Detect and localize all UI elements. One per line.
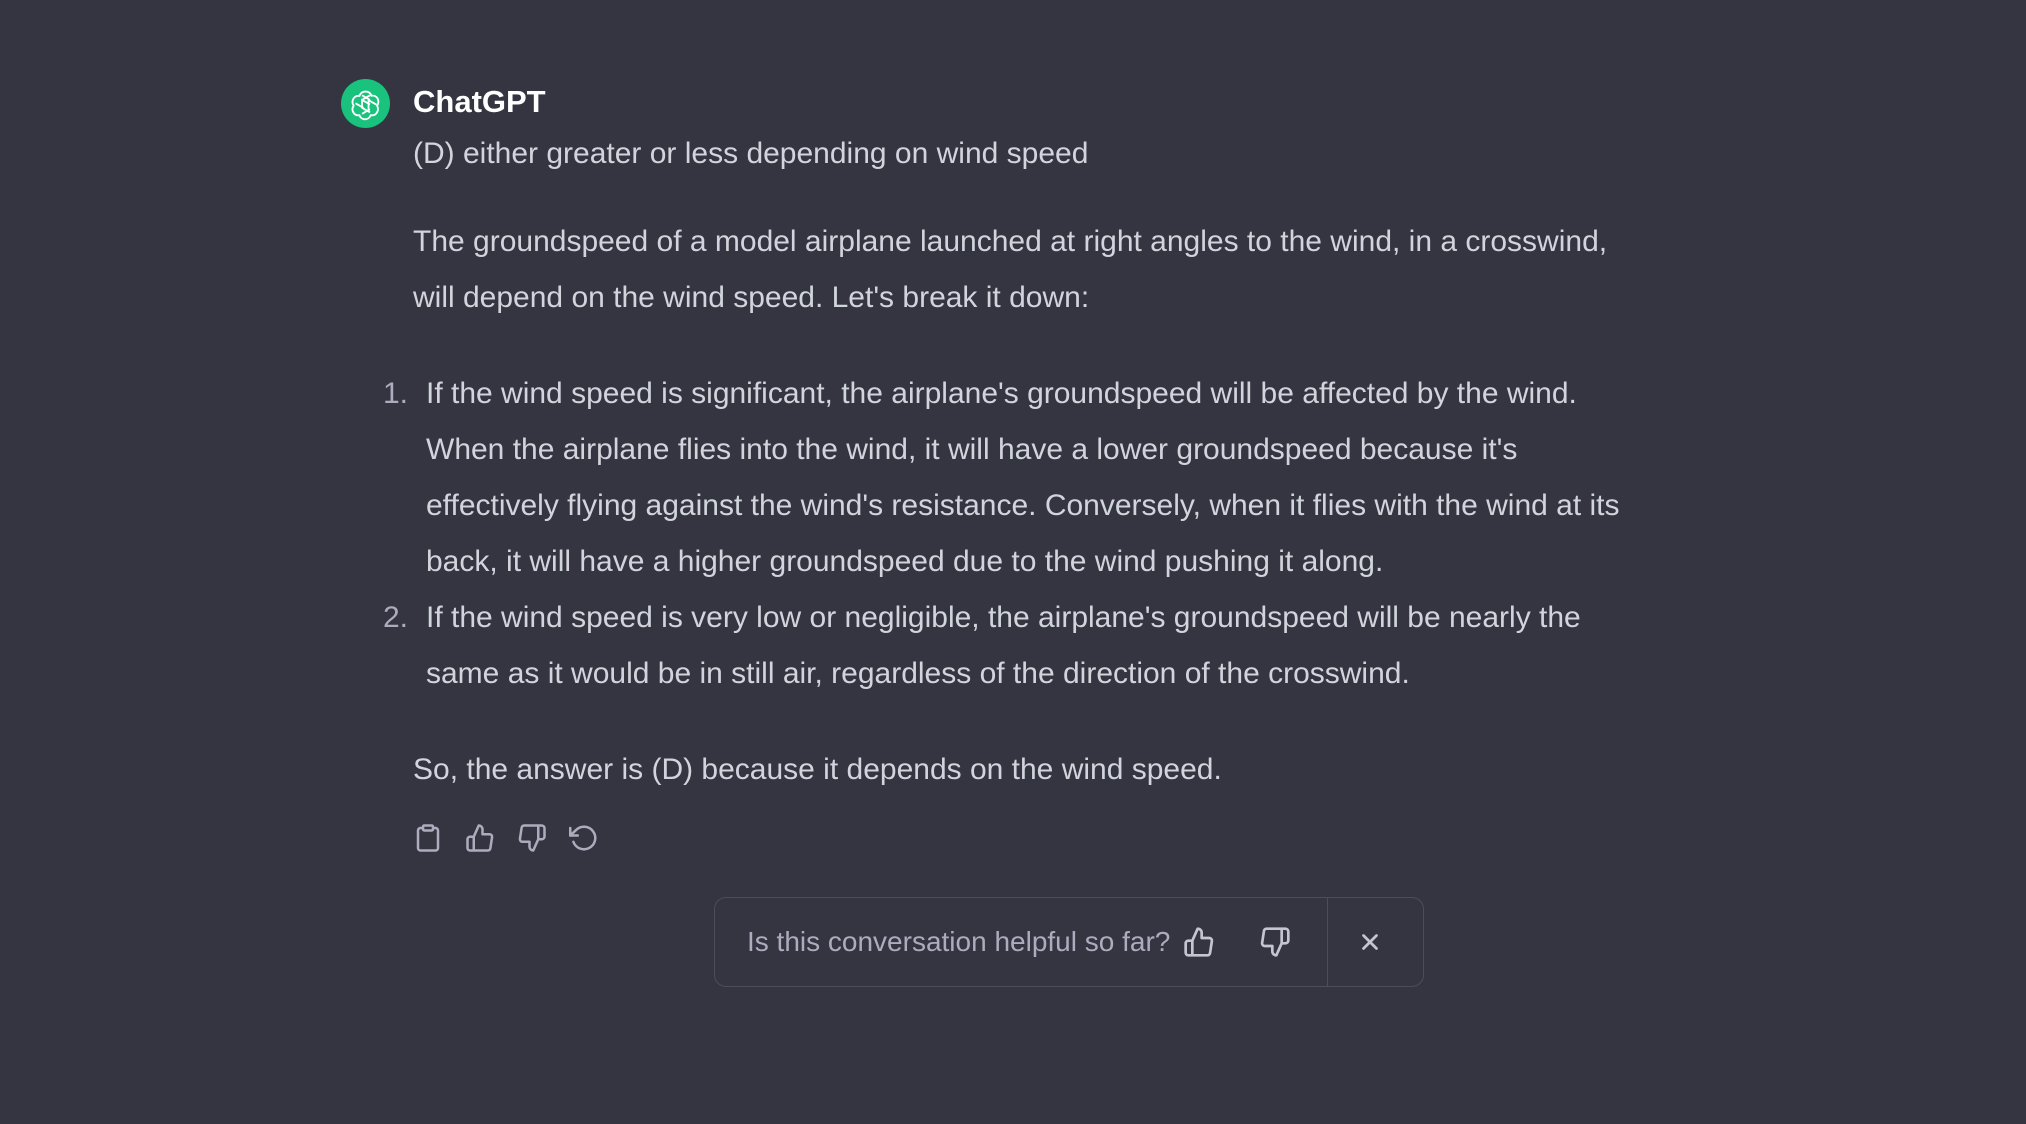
message-actions (413, 818, 599, 858)
copy-button[interactable] (413, 818, 443, 858)
list-number: 2. (383, 601, 409, 634)
thumbs-down-icon (518, 824, 546, 852)
feedback-prompt: Is this conversation helpful so far? (747, 926, 1171, 957)
thumbs-up-icon (1184, 927, 1214, 957)
openai-logo-icon (351, 90, 379, 120)
list-item-text: If the wind speed is very low or negligi… (426, 601, 1581, 690)
feedback-thumbs-up-button[interactable] (1179, 922, 1219, 962)
thumbs-down-button[interactable] (517, 818, 547, 858)
conclusion-paragraph: So, the answer is (D) because it depends… (413, 753, 1222, 786)
intro-paragraph: The groundspeed of a model airplane laun… (413, 225, 1608, 314)
assistant-message: (D) either greater or less depending on … (383, 131, 1643, 798)
list-item: 2. If the wind speed is very low or negl… (383, 590, 1643, 702)
refresh-icon (569, 825, 597, 851)
thumbs-up-button[interactable] (465, 818, 495, 858)
regenerate-button[interactable] (569, 818, 599, 858)
clipboard-icon (416, 824, 440, 852)
explanation-list: 1. If the wind speed is significant, the… (383, 366, 1643, 702)
thumbs-up-icon (466, 824, 494, 852)
list-number: 1. (383, 377, 409, 410)
author-name: ChatGPT (413, 84, 546, 119)
avatar (341, 79, 390, 128)
list-item: 1. If the wind speed is significant, the… (383, 366, 1643, 590)
answer-line: (D) either greater or less depending on … (413, 137, 1089, 170)
close-icon (1362, 934, 1378, 950)
thumbs-down-icon (1260, 927, 1290, 957)
list-item-text: If the wind speed is significant, the ai… (426, 377, 1620, 578)
feedback-bar: Is this conversation helpful so far? (714, 897, 1424, 987)
feedback-close-button[interactable] (1350, 922, 1390, 962)
feedback-thumbs-down-button[interactable] (1255, 922, 1295, 962)
feedback-divider (1327, 898, 1328, 986)
